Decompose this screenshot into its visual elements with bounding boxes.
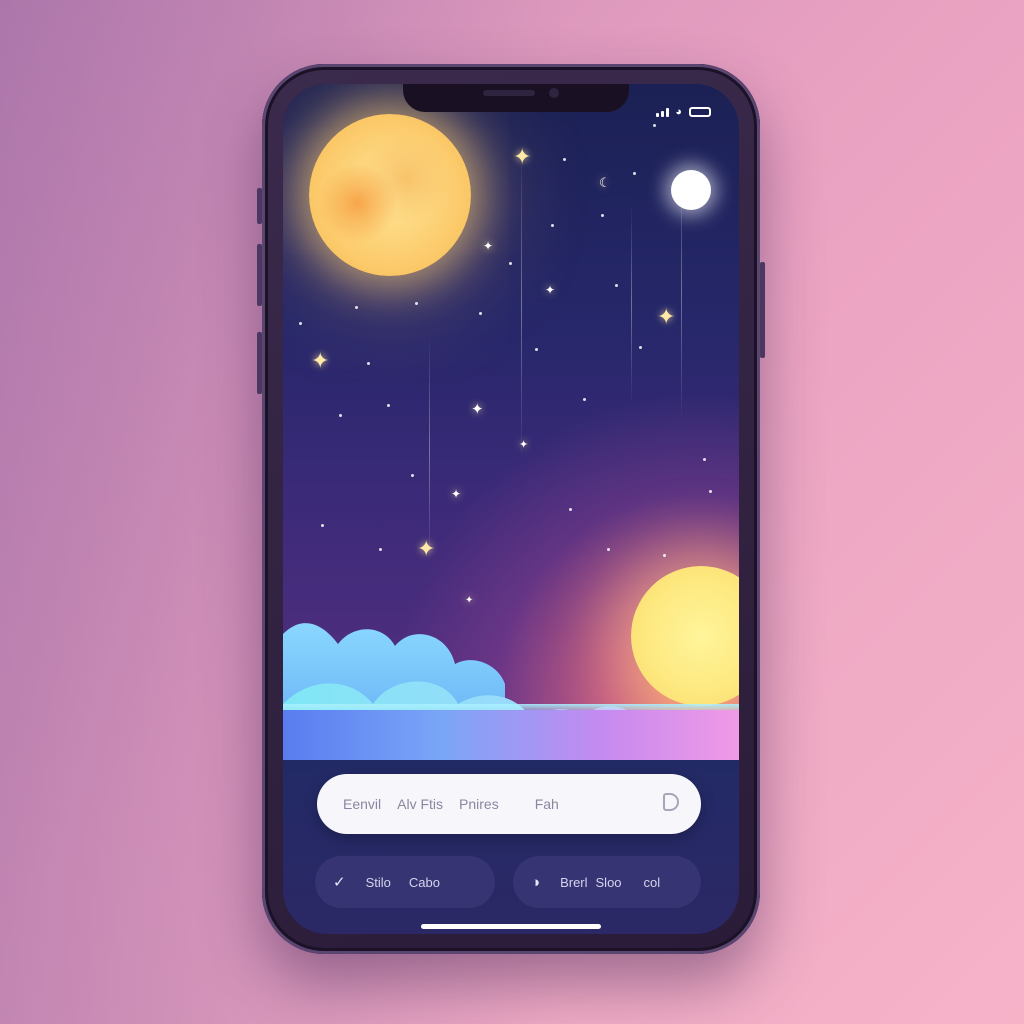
star-dot: [535, 348, 538, 351]
search-segment-2: Alv Ftis: [397, 796, 444, 812]
right-button-label-3: col: [643, 874, 661, 890]
star-dot: [703, 458, 706, 461]
crescent-icon: ☾: [599, 175, 611, 190]
right-button-label-2: Sloo: [595, 874, 622, 890]
sparkle-star: ✦: [483, 239, 494, 253]
notch: [403, 84, 629, 112]
star-dot: [709, 490, 712, 493]
sparkle-star: ✦: [519, 439, 529, 451]
screen: ◕ ✦ ✦ ✦ ✦ ✦ ✦ ✦ ✦ ✦ ✦ ☾ Eenvil Alv Ftis …: [283, 84, 739, 934]
star-dot: [583, 398, 586, 401]
side-button-volume-down: [257, 332, 262, 394]
star-dot: [601, 214, 604, 217]
battery-icon: [689, 107, 711, 117]
light-ray: [521, 144, 522, 464]
star-dot: [379, 548, 382, 551]
search-segment-3: Pnires: [459, 796, 499, 812]
star-dot: [653, 124, 656, 127]
side-button-power: [760, 262, 765, 358]
speaker: [483, 90, 535, 96]
light-ray: [631, 204, 632, 404]
side-button-volume-up: [257, 244, 262, 306]
star-dot: [299, 322, 302, 325]
left-action-button[interactable]: ✓ Stilo Cabo: [315, 856, 495, 908]
right-action-button[interactable]: ◑ Brerl Sloo col: [513, 856, 701, 908]
left-button-label-2: Cabo: [408, 874, 440, 890]
star-dot: [411, 474, 414, 477]
check-icon: ✓: [333, 874, 346, 891]
light-ray: [429, 334, 430, 564]
sparkle-star: ✦: [513, 144, 532, 169]
star-dot: [509, 262, 512, 265]
small-moon: [671, 170, 711, 210]
wifi-icon: ◕: [675, 106, 683, 118]
moon-icon: ◑: [531, 873, 541, 891]
star-dot: [607, 548, 610, 551]
search-segment-4: Fah: [534, 796, 559, 812]
bottom-panel: Eenvil Alv Ftis Pnires Fah ✓ Stilo Cabo …: [283, 760, 739, 934]
sparkle-star: ✦: [451, 487, 462, 501]
side-button-mute: [257, 188, 262, 224]
star-dot: [639, 346, 642, 349]
phone-frame: ◕ ✦ ✦ ✦ ✦ ✦ ✦ ✦ ✦ ✦ ✦ ☾ Eenvil Alv Ftis …: [257, 64, 765, 954]
left-button-label-1: Stilo: [365, 874, 391, 890]
sparkle-star: ✦: [471, 401, 484, 418]
star-dot: [355, 306, 358, 309]
star-dot: [339, 414, 342, 417]
star-dot: [551, 224, 554, 227]
sparkle-star: ✦: [311, 348, 330, 373]
star-dot: [563, 158, 566, 161]
right-button-label-1: Brerl: [560, 874, 588, 890]
signal-icon: [656, 107, 670, 117]
star-dot: [415, 302, 418, 305]
full-moon: [309, 114, 471, 276]
star-dot: [479, 312, 482, 315]
star-dot: [569, 508, 572, 511]
star-dot: [615, 284, 618, 287]
sparkle-star: ✦: [657, 304, 676, 329]
home-indicator[interactable]: [421, 924, 601, 929]
star-dot: [387, 404, 390, 407]
horizon: [283, 710, 739, 760]
front-camera: [549, 88, 559, 98]
star-dot: [633, 172, 636, 175]
star-dot: [367, 362, 370, 365]
sparkle-star: ✦: [545, 283, 556, 297]
search-segment-1: Eenvil: [343, 796, 382, 812]
status-bar: ◕: [656, 106, 711, 118]
search-bar[interactable]: Eenvil Alv Ftis Pnires Fah: [317, 774, 701, 834]
search-icon[interactable]: [663, 793, 679, 811]
star-dot: [321, 524, 324, 527]
